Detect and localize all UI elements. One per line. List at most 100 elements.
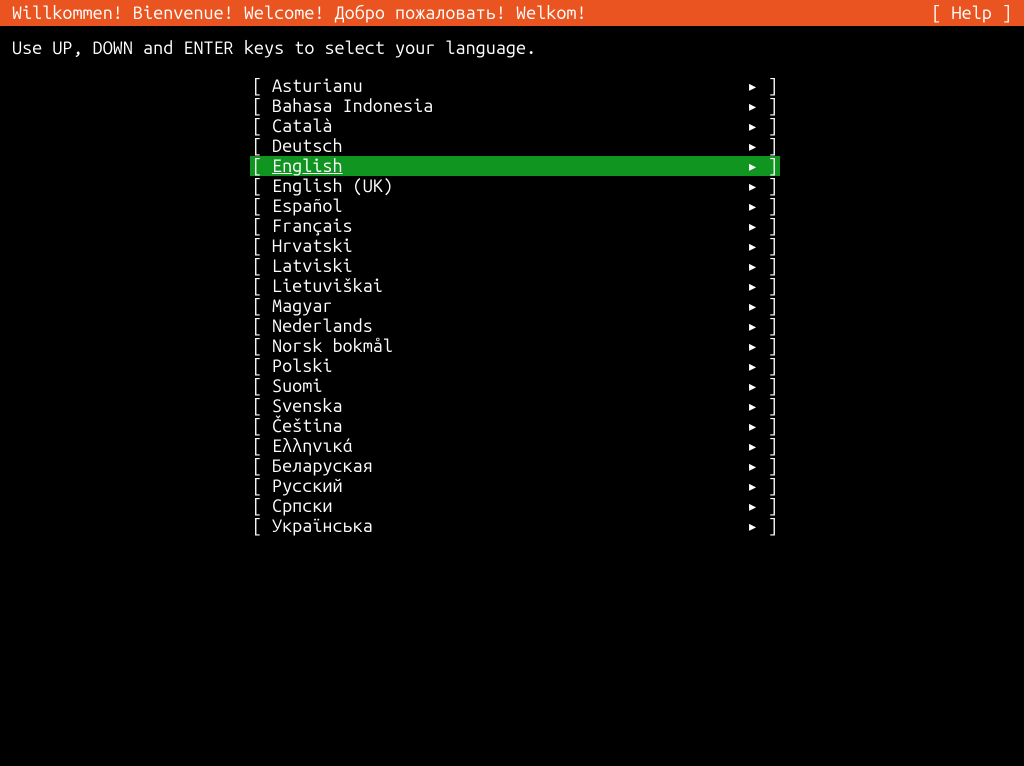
bracket-left: [: [250, 176, 272, 196]
language-label: Српски: [272, 496, 738, 516]
language-item[interactable]: [Svenska▸]: [250, 396, 780, 416]
language-item[interactable]: [Ελληνικά▸]: [250, 436, 780, 456]
language-item[interactable]: [Español▸]: [250, 196, 780, 216]
bracket-right: ]: [758, 176, 780, 196]
chevron-right-icon: ▸: [738, 336, 758, 356]
bracket-right: ]: [758, 256, 780, 276]
language-item[interactable]: [Magyar▸]: [250, 296, 780, 316]
chevron-right-icon: ▸: [738, 176, 758, 196]
bracket-right: ]: [758, 396, 780, 416]
header-title: Willkommen! Bienvenue! Welcome! Добро по…: [12, 0, 587, 26]
chevron-right-icon: ▸: [738, 156, 758, 176]
language-item[interactable]: [Suomi▸]: [250, 376, 780, 396]
bracket-left: [: [250, 256, 272, 276]
bracket-left: [: [250, 116, 272, 136]
language-label: Français: [272, 216, 738, 236]
bracket-right: ]: [758, 296, 780, 316]
chevron-right-icon: ▸: [738, 396, 758, 416]
bracket-right: ]: [758, 76, 780, 96]
language-item[interactable]: [English▸]: [250, 156, 780, 176]
language-item[interactable]: [Lietuviškai▸]: [250, 276, 780, 296]
chevron-right-icon: ▸: [738, 356, 758, 376]
bracket-left: [: [250, 396, 272, 416]
bracket-right: ]: [758, 376, 780, 396]
bracket-right: ]: [758, 416, 780, 436]
language-item[interactable]: [Français▸]: [250, 216, 780, 236]
language-item[interactable]: [Nederlands▸]: [250, 316, 780, 336]
bracket-right: ]: [758, 356, 780, 376]
bracket-left: [: [250, 216, 272, 236]
bracket-left: [: [250, 476, 272, 496]
language-item[interactable]: [Català▸]: [250, 116, 780, 136]
bracket-right: ]: [758, 216, 780, 236]
chevron-right-icon: ▸: [738, 236, 758, 256]
language-item[interactable]: [Čeština▸]: [250, 416, 780, 436]
language-label: Polski: [272, 356, 738, 376]
language-label: Ελληνικά: [272, 436, 738, 456]
language-label: Nederlands: [272, 316, 738, 336]
bracket-right: ]: [758, 336, 780, 356]
chevron-right-icon: ▸: [738, 256, 758, 276]
language-item[interactable]: [Polski▸]: [250, 356, 780, 376]
language-item[interactable]: [Norsk bokmål▸]: [250, 336, 780, 356]
language-label: Беларуская: [272, 456, 738, 476]
bracket-left: [: [250, 276, 272, 296]
language-item[interactable]: [Русский▸]: [250, 476, 780, 496]
bracket-left: [: [250, 296, 272, 316]
language-label: Čeština: [272, 416, 738, 436]
chevron-right-icon: ▸: [738, 436, 758, 456]
language-item[interactable]: [Asturianu▸]: [250, 76, 780, 96]
chevron-right-icon: ▸: [738, 136, 758, 156]
bracket-left: [: [250, 516, 272, 536]
bracket-right: ]: [758, 196, 780, 216]
bracket-right: ]: [758, 516, 780, 536]
bracket-right: ]: [758, 276, 780, 296]
bracket-left: [: [250, 356, 272, 376]
language-item[interactable]: [Latviski▸]: [250, 256, 780, 276]
bracket-left: [: [250, 376, 272, 396]
help-button[interactable]: [ Help ]: [931, 0, 1012, 26]
language-label: Bahasa Indonesia: [272, 96, 738, 116]
chevron-right-icon: ▸: [738, 216, 758, 236]
language-label: English: [272, 156, 738, 176]
bracket-left: [: [250, 456, 272, 476]
language-item[interactable]: [Српски▸]: [250, 496, 780, 516]
language-list: [Asturianu▸][Bahasa Indonesia▸][Català▸]…: [250, 76, 780, 536]
bracket-right: ]: [758, 316, 780, 336]
chevron-right-icon: ▸: [738, 476, 758, 496]
language-item[interactable]: [Hrvatski▸]: [250, 236, 780, 256]
language-item[interactable]: [Bahasa Indonesia▸]: [250, 96, 780, 116]
language-item[interactable]: [Deutsch▸]: [250, 136, 780, 156]
instruction-text: Use UP, DOWN and ENTER keys to select yo…: [0, 26, 1024, 58]
bracket-left: [: [250, 136, 272, 156]
bracket-left: [: [250, 76, 272, 96]
bracket-right: ]: [758, 456, 780, 476]
bracket-right: ]: [758, 156, 780, 176]
bracket-left: [: [250, 336, 272, 356]
language-label: Svenska: [272, 396, 738, 416]
language-item[interactable]: [English (UK)▸]: [250, 176, 780, 196]
chevron-right-icon: ▸: [738, 276, 758, 296]
language-label: Latviski: [272, 256, 738, 276]
bracket-right: ]: [758, 436, 780, 456]
language-label: Català: [272, 116, 738, 136]
chevron-right-icon: ▸: [738, 116, 758, 136]
language-label: Español: [272, 196, 738, 216]
chevron-right-icon: ▸: [738, 196, 758, 216]
bracket-left: [: [250, 436, 272, 456]
language-item[interactable]: [Беларуская▸]: [250, 456, 780, 476]
language-label: Magyar: [272, 296, 738, 316]
bracket-left: [: [250, 416, 272, 436]
chevron-right-icon: ▸: [738, 496, 758, 516]
language-label: Lietuviškai: [272, 276, 738, 296]
language-item[interactable]: [Українська▸]: [250, 516, 780, 536]
chevron-right-icon: ▸: [738, 416, 758, 436]
language-label: Deutsch: [272, 136, 738, 156]
chevron-right-icon: ▸: [738, 516, 758, 536]
bracket-left: [: [250, 316, 272, 336]
language-label: Suomi: [272, 376, 738, 396]
chevron-right-icon: ▸: [738, 76, 758, 96]
chevron-right-icon: ▸: [738, 376, 758, 396]
bracket-left: [: [250, 156, 272, 176]
bracket-right: ]: [758, 476, 780, 496]
